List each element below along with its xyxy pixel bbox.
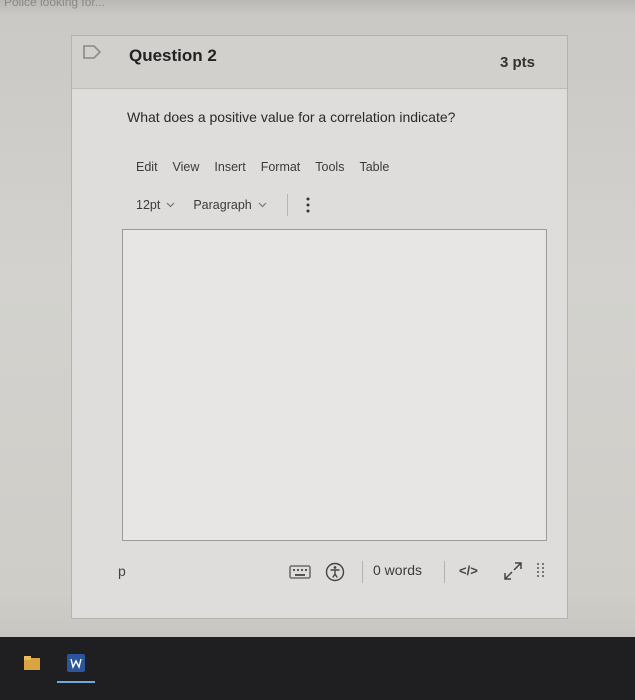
active-app-indicator: [57, 681, 95, 683]
editor-statusbar: p 0 words </>: [72, 556, 567, 586]
taskbar-app-files[interactable]: [23, 654, 41, 672]
accessibility-icon[interactable]: [325, 562, 345, 582]
editor-toolbar: 12pt Paragraph: [136, 194, 310, 216]
menu-edit[interactable]: Edit: [136, 160, 158, 174]
more-vertical-icon[interactable]: [306, 197, 310, 213]
statusbar-divider: [444, 561, 445, 583]
question-points: 3 pts: [499, 54, 535, 71]
rich-text-editor[interactable]: [122, 229, 547, 541]
font-size-select[interactable]: 12pt: [136, 198, 175, 212]
fullscreen-icon[interactable]: [502, 560, 524, 582]
folder-icon: [24, 656, 40, 670]
word-icon: [67, 654, 85, 672]
editor-menubar: Edit View Insert Format Tools Table: [136, 160, 404, 174]
keyboard-icon[interactable]: [289, 565, 311, 579]
browser-tab-text: Police looking for...: [4, 0, 105, 9]
flag-icon[interactable]: [82, 45, 102, 59]
statusbar-divider: [362, 561, 363, 583]
menu-view[interactable]: View: [173, 160, 200, 174]
toolbar-divider: [286, 194, 288, 216]
font-size-value: 12pt: [136, 198, 161, 212]
chevron-down-icon: [258, 202, 267, 208]
block-format-value: Paragraph: [193, 198, 252, 212]
question-prompt: What does a positive value for a correla…: [127, 109, 456, 125]
element-path: p: [118, 563, 126, 579]
os-taskbar: [0, 637, 635, 700]
question-card: Question 2 3 pts What does a positive va…: [71, 35, 568, 619]
question-header: Question 2 3 pts: [72, 36, 567, 89]
menu-table[interactable]: Table: [359, 160, 389, 174]
block-format-select[interactable]: Paragraph: [193, 198, 267, 212]
html-editor-toggle[interactable]: </>: [459, 563, 478, 578]
resize-handle-icon[interactable]: [536, 562, 546, 580]
menu-format[interactable]: Format: [261, 160, 301, 174]
taskbar-app-word[interactable]: [67, 654, 85, 672]
chevron-down-icon: [166, 202, 175, 208]
menu-insert[interactable]: Insert: [214, 160, 245, 174]
question-title: Question 2: [129, 46, 217, 65]
browser-strip: Police looking for...: [0, 0, 635, 14]
menu-tools[interactable]: Tools: [315, 160, 344, 174]
word-count: 0 words: [373, 562, 423, 578]
